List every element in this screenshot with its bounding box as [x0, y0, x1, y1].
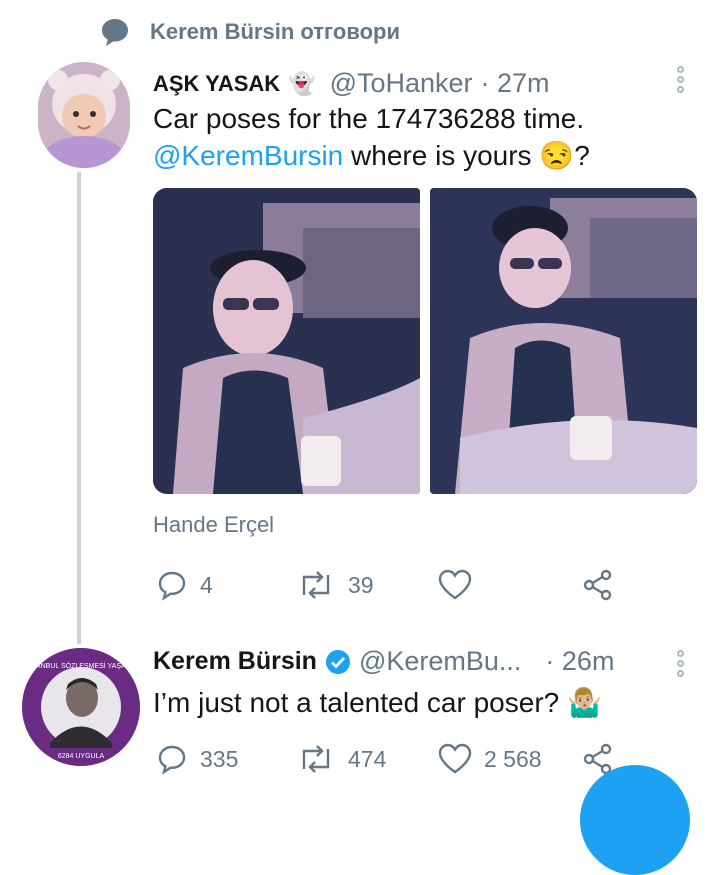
reply-button[interactable]: 4 — [156, 569, 213, 601]
retweet-button[interactable]: 474 — [296, 743, 386, 775]
author-name[interactable]: Kerem Bürsin — [153, 647, 317, 676]
photo-tag[interactable]: Hande Erçel — [153, 512, 274, 538]
share-icon — [583, 569, 612, 601]
tweet-text: I’m just not a talented car poser? 🤷🏼‍♂️ — [153, 684, 602, 721]
tweet-text-line: Car poses for the 174736288 time. — [153, 103, 585, 134]
car-selfie-image — [153, 188, 420, 494]
tweet-time: · 27m — [480, 68, 550, 98]
like-button[interactable] — [438, 569, 484, 601]
tweet-photo[interactable] — [153, 188, 420, 494]
tweet-text-line: I’m just not a talented car poser? — [153, 687, 560, 718]
reply-count: 4 — [200, 571, 213, 598]
avatar-ring-text-bottom: 6284 UYGULA — [58, 753, 105, 760]
baby-avatar-image — [38, 62, 130, 168]
reply-context: Kerem Bürsin отговори — [100, 16, 400, 48]
reply-button[interactable]: 335 — [156, 743, 238, 775]
reply-icon — [158, 571, 186, 601]
compose-fab-button[interactable] — [580, 765, 690, 875]
car-selfie-image — [430, 188, 697, 494]
like-button[interactable]: 2 568 — [438, 743, 542, 775]
thread-line — [77, 172, 81, 644]
tweet-time: · 26m — [545, 646, 615, 676]
reply-context-text: Kerem Bürsin отговори — [150, 19, 400, 44]
tweet-photo[interactable] — [430, 188, 697, 494]
verified-badge-icon — [325, 649, 350, 674]
avatar[interactable] — [38, 62, 130, 168]
author-handle[interactable]: @ToHanker — [330, 68, 473, 99]
ghost-icon: 👻 — [288, 70, 316, 96]
tweet-text-line: @KeremBursin where is yours 😒? — [153, 137, 590, 174]
unamused-emoji-icon: 😒 — [539, 140, 575, 171]
tweet-header: Kerem Bürsin @KeremBu... · 26m — [153, 646, 614, 677]
author-handle[interactable]: @KeremBu... — [359, 646, 521, 677]
tweet-header: AŞK YASAK 👻 @ToHanker · 27m — [153, 68, 550, 99]
mention-link[interactable]: @KeremBursin — [153, 140, 343, 171]
more-options-icon[interactable] — [675, 66, 685, 93]
retweet-icon — [302, 571, 330, 599]
speech-bubble-icon — [102, 19, 128, 46]
shrug-emoji-icon: 🤷🏼‍♂️ — [567, 687, 603, 718]
retweet-count: 474 — [348, 745, 387, 772]
heart-icon — [438, 743, 472, 774]
avatar-ring-text-top: İSTANBUL SÖZLEŞMESİ YAŞATIR — [26, 661, 137, 670]
retweet-icon — [302, 745, 330, 773]
avatar[interactable]: İSTANBUL SÖZLEŞMESİ YAŞATIR 6284 UYGULA — [22, 648, 140, 766]
retweet-count: 39 — [348, 571, 374, 598]
tweet-text-fragment: where is yours — [343, 140, 540, 171]
heart-icon — [438, 569, 472, 600]
like-count: 2 568 — [484, 745, 542, 772]
author-name[interactable]: AŞK YASAK — [153, 71, 280, 97]
share-button[interactable] — [582, 569, 614, 601]
retweet-button[interactable]: 39 — [296, 569, 374, 601]
more-options-icon[interactable] — [675, 650, 685, 677]
reply-count: 335 — [200, 745, 239, 772]
reply-icon — [158, 745, 186, 775]
tweet-text-fragment: ? — [574, 140, 590, 171]
tweet-text: Car poses for the 174736288 time. @Kerem… — [153, 100, 590, 174]
avatar-image: İSTANBUL SÖZLEŞMESİ YAŞATIR 6284 UYGULA — [22, 648, 140, 766]
